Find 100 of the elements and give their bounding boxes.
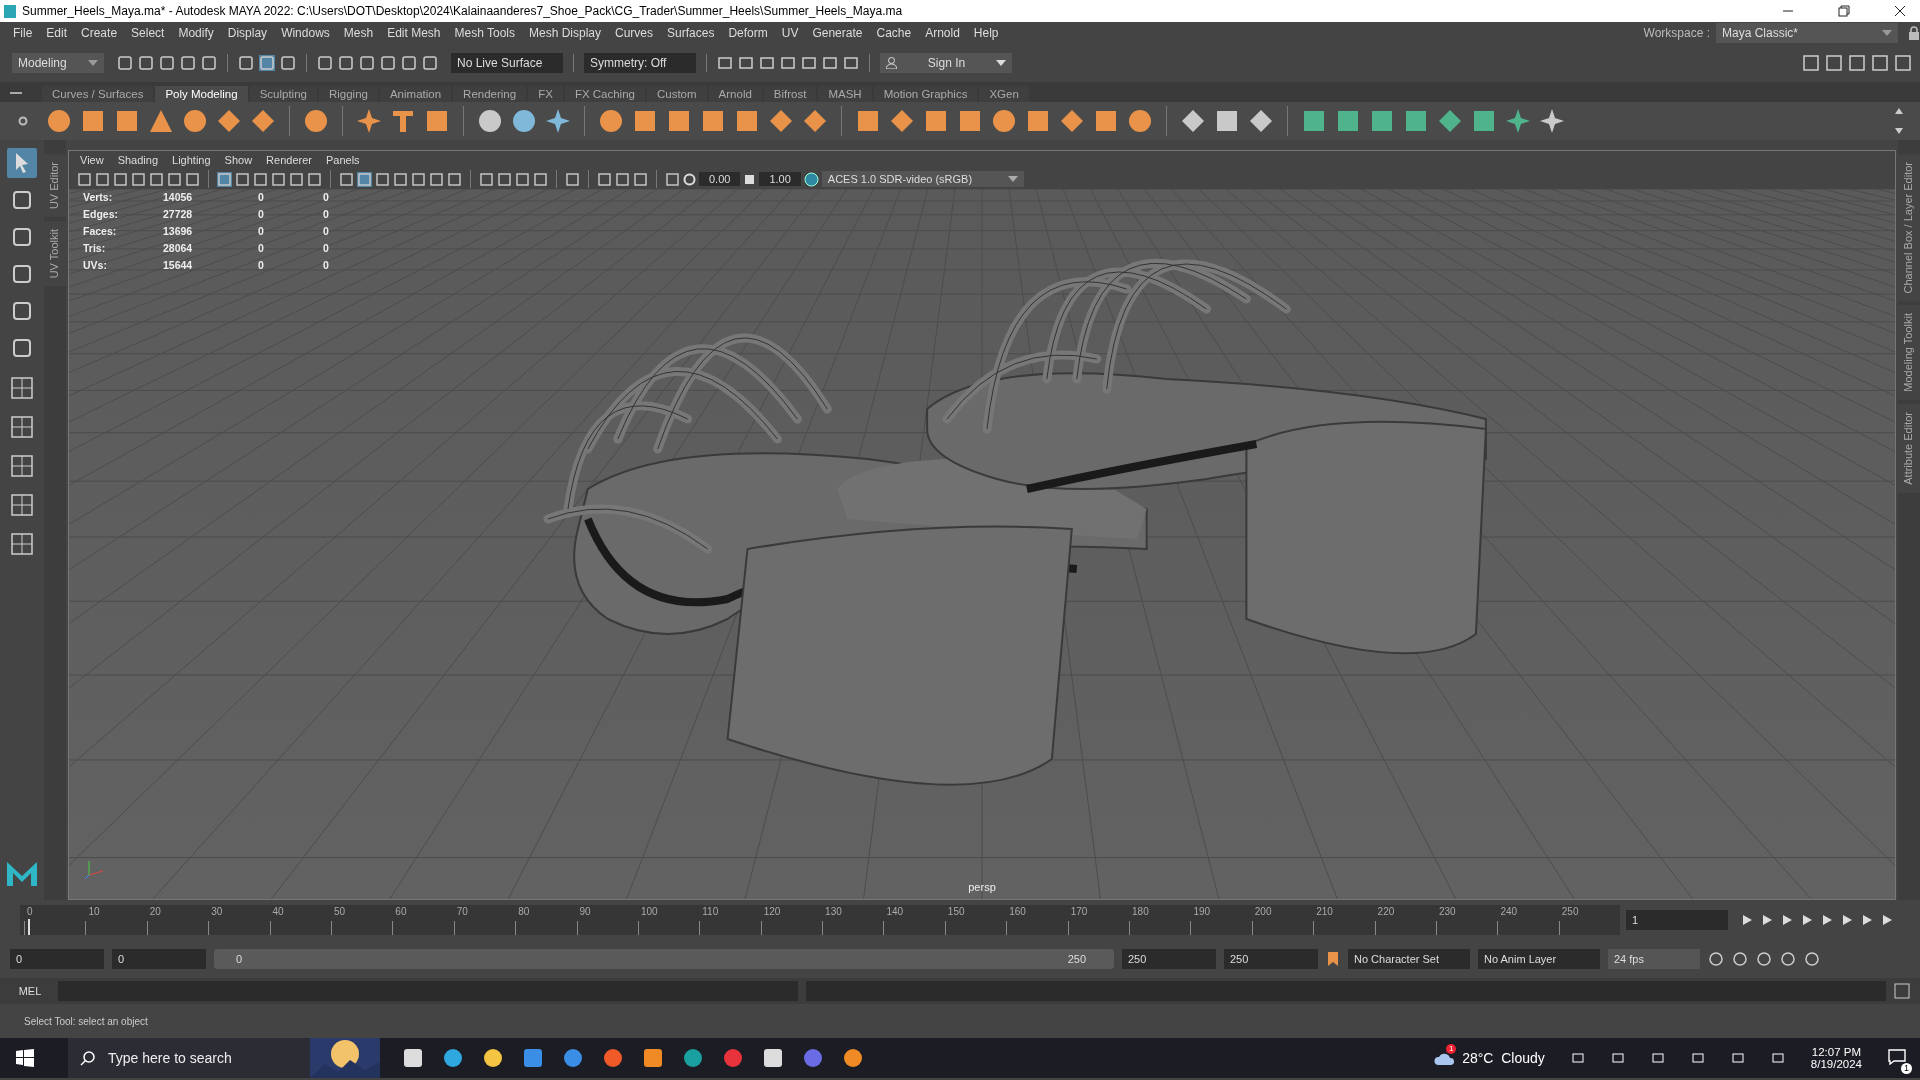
- shelf-tab[interactable]: FX Caching: [564, 86, 645, 102]
- frame-tick-label: 90: [579, 906, 591, 917]
- character-set-dropdown[interactable]: No Character Set: [1348, 949, 1470, 969]
- menu-item[interactable]: Help: [966, 26, 1006, 40]
- playback-start-field[interactable]: 0: [112, 949, 206, 969]
- caret-icon: [996, 60, 1006, 66]
- current-frame-field[interactable]: 1: [1626, 910, 1728, 930]
- key-icon[interactable]: [1326, 951, 1340, 967]
- side-tab[interactable]: Channel Box / Layer Editor: [1898, 154, 1920, 302]
- range-slider[interactable]: 0 250: [214, 949, 1114, 969]
- frame-tick-label: 160: [1009, 906, 1026, 917]
- menu-item[interactable]: Edit: [39, 26, 75, 40]
- shelf-tab[interactable]: Rendering: [453, 86, 527, 102]
- search-icon: [80, 1050, 96, 1066]
- stat-value: 27728: [163, 208, 194, 220]
- shelf-tab[interactable]: Sculpting: [249, 86, 317, 102]
- shelf-tab[interactable]: XGen: [979, 86, 1029, 102]
- play-icon[interactable]: [1820, 913, 1834, 927]
- menu-item[interactable]: Select: [124, 26, 172, 40]
- menu-set-dropdown[interactable]: Modeling: [12, 53, 104, 73]
- menu-item[interactable]: Mesh Tools: [447, 26, 522, 40]
- side-tab[interactable]: Attribute Editor: [1898, 404, 1920, 493]
- frame-tick-label: 130: [825, 906, 842, 917]
- anim-layer-dropdown[interactable]: No Anim Layer: [1478, 949, 1600, 969]
- shelf-tab[interactable]: MASH: [818, 86, 872, 102]
- live-surface-field[interactable]: No Live Surface: [451, 53, 563, 73]
- shelf-tab[interactable]: Poly Modeling: [155, 86, 248, 102]
- menu-item[interactable]: Surfaces: [660, 26, 722, 40]
- shelf-tab[interactable]: Animation: [379, 86, 452, 102]
- stat-value: 0: [323, 225, 330, 237]
- start-frame-field[interactable]: 0: [10, 949, 104, 969]
- menu-item[interactable]: Deform: [721, 26, 775, 40]
- panel-menu-item[interactable]: Lighting: [165, 154, 218, 166]
- menu-item[interactable]: Curves: [608, 26, 661, 40]
- weather-text[interactable]: 28°C Cloudy: [1462, 1050, 1545, 1066]
- windows-start-icon[interactable]: [16, 1049, 34, 1067]
- caret-icon: [1882, 30, 1892, 36]
- scroll-arrows-icon[interactable]: [1894, 106, 1904, 136]
- taskbar-search-field[interactable]: Type here to search: [106, 1049, 260, 1067]
- side-tab[interactable]: UV Toolkit: [44, 221, 66, 287]
- gamma-icon: [743, 172, 757, 186]
- panel-menu-item[interactable]: Show: [217, 154, 260, 166]
- menu-item[interactable]: UV: [774, 26, 806, 40]
- frame-tick-label: 20: [149, 906, 161, 917]
- end-frame-field[interactable]: 250: [1224, 949, 1318, 969]
- menu-item[interactable]: Create: [74, 26, 125, 40]
- text-tool-icon[interactable]: [390, 108, 416, 134]
- restore-icon[interactable]: [1838, 5, 1850, 17]
- color-space-dropdown[interactable]: ACES 1.0 SDR-video (sRGB): [821, 171, 1024, 187]
- lock-icon[interactable]: [1908, 26, 1920, 40]
- menu-item[interactable]: Cache: [869, 26, 919, 40]
- shelf-tab[interactable]: Motion Graphics: [873, 86, 978, 102]
- menu-item[interactable]: Modify: [171, 26, 221, 40]
- exposure-field[interactable]: 0.00: [699, 172, 741, 186]
- gear-icon[interactable]: [18, 116, 28, 126]
- symmetry-dropdown[interactable]: Symmetry: Off: [584, 53, 696, 73]
- command-language-label[interactable]: MEL: [10, 985, 50, 997]
- color-management-icon[interactable]: [803, 171, 819, 187]
- panel-menu-item[interactable]: View: [73, 154, 111, 166]
- panel-menu-item[interactable]: Panels: [318, 154, 367, 166]
- workspace-dropdown[interactable]: Maya Classic*: [1716, 23, 1898, 43]
- side-tab[interactable]: UV Editor: [44, 154, 66, 218]
- frame-tick-label: 110: [702, 906, 719, 917]
- menu-item[interactable]: Mesh: [336, 26, 381, 40]
- star-icon[interactable]: [356, 108, 382, 134]
- current-time-marker[interactable]: [28, 919, 31, 935]
- notification-count: 1: [1901, 1062, 1912, 1074]
- shelf-tab[interactable]: Arnold: [708, 86, 762, 102]
- menu-item[interactable]: Windows: [274, 26, 337, 40]
- fps-dropdown[interactable]: 24 fps: [1608, 949, 1700, 969]
- snowflake-icon[interactable]: [545, 108, 571, 134]
- shelf-tab[interactable]: Rigging: [318, 86, 378, 102]
- stat-value: 0: [258, 225, 265, 237]
- menu-item[interactable]: Generate: [805, 26, 870, 40]
- close-icon[interactable]: [1894, 5, 1906, 17]
- menu-item[interactable]: Arnold: [918, 26, 967, 40]
- panel-menu-item[interactable]: Renderer: [259, 154, 319, 166]
- shelf-tab[interactable]: FX: [528, 86, 563, 102]
- menu-item[interactable]: File: [6, 26, 40, 40]
- playback-end-field[interactable]: 250: [1122, 949, 1216, 969]
- panel-menu-item[interactable]: Shading: [110, 154, 166, 166]
- sign-in-dropdown[interactable]: Sign In: [880, 53, 1012, 73]
- stat-value: 0: [258, 191, 265, 203]
- shelf-tab[interactable]: Bifrost: [763, 86, 817, 102]
- side-tab[interactable]: Modeling Toolkit: [1898, 305, 1920, 401]
- notifications-icon[interactable]: [1888, 1048, 1906, 1065]
- shelf-tab[interactable]: Curves / Surfaces: [42, 86, 154, 102]
- stat-value: 0: [323, 208, 330, 220]
- gamma-field[interactable]: 1.00: [759, 172, 801, 186]
- menu-item[interactable]: Edit Mesh: [380, 26, 448, 40]
- frame-tick-label: 250: [1561, 906, 1579, 917]
- menu-item[interactable]: Mesh Display: [522, 26, 609, 40]
- time-text: 12:07 PM: [1811, 1046, 1862, 1058]
- frame-tick-label: 40: [272, 906, 284, 917]
- shelf-tab[interactable]: Custom: [646, 86, 707, 102]
- menu-item[interactable]: Display: [220, 26, 275, 40]
- time-slider[interactable]: 0 10 20 30 40 50 60 70 80 90 100 110 120 130 140 150 160 170 180 190 200 210 220 230 240 250: [20, 905, 1620, 935]
- stat-label: Tris:: [83, 242, 107, 254]
- frame-tick-label: 10: [88, 906, 100, 917]
- clock[interactable]: 12:07 PM 8/19/2024: [1810, 1046, 1862, 1070]
